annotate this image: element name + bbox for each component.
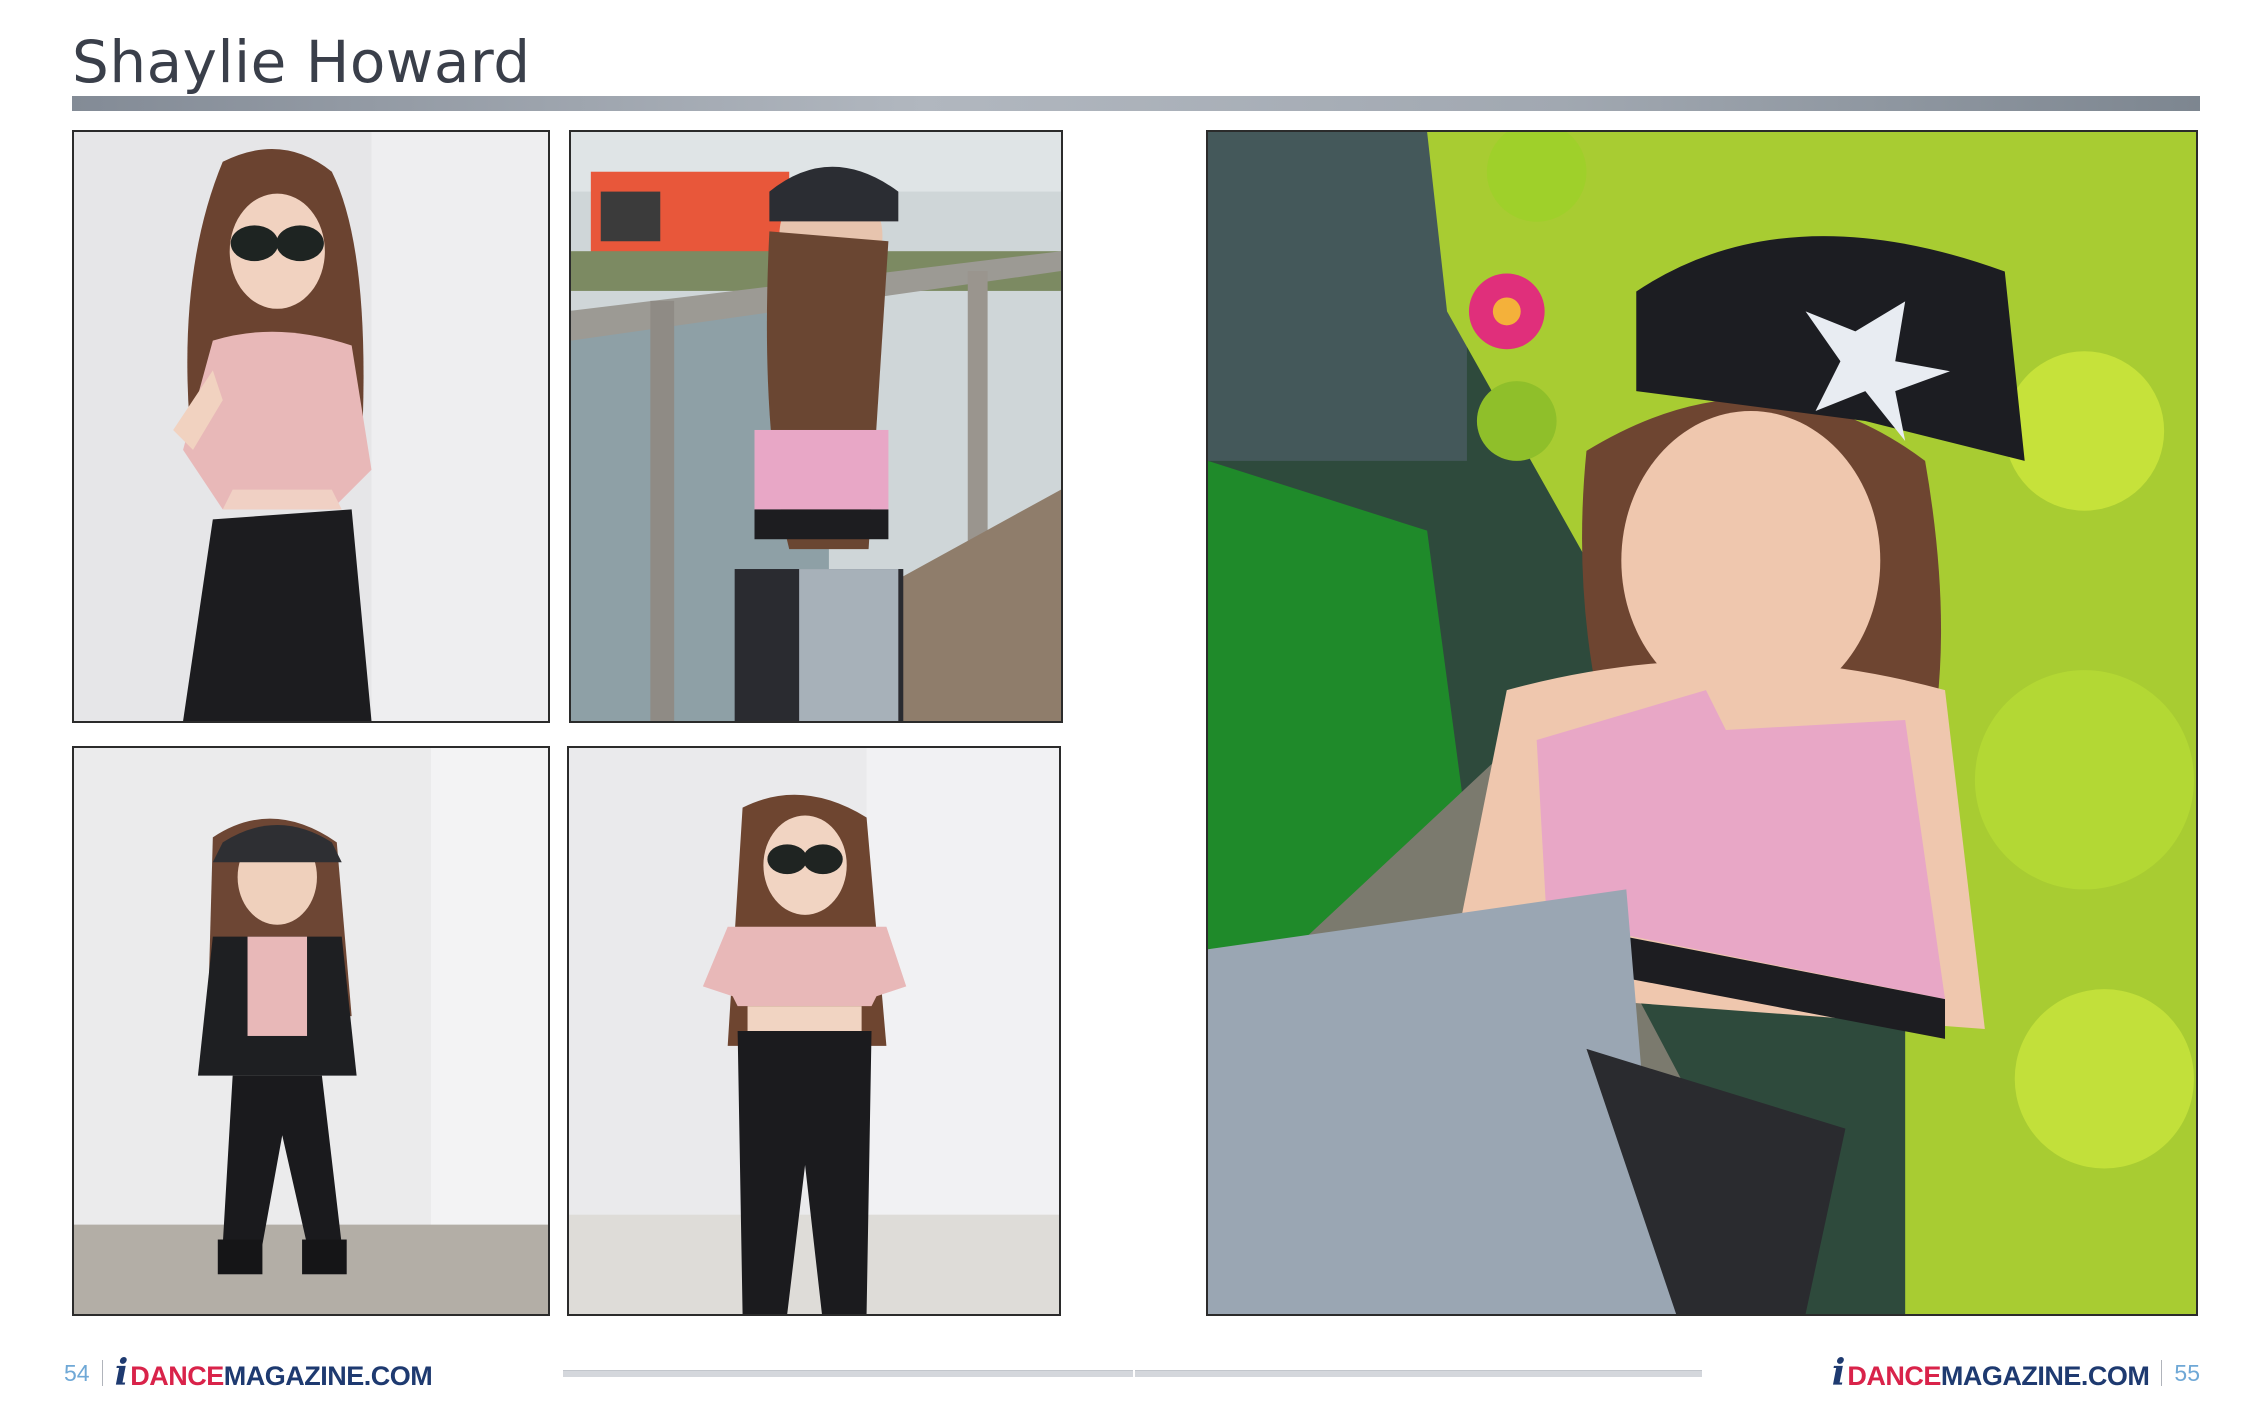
logo-magazine: MAGAZINE.COM (1940, 1361, 2150, 1391)
photo-flowers-rhinestone-outfit (1206, 130, 2198, 1316)
photo-5-image (1208, 132, 2196, 1314)
photo-2-image (571, 132, 1061, 721)
title-underline-bar (72, 96, 2200, 111)
footer-rule-right (1135, 1370, 1702, 1377)
idance-magazine-logo: i DANCE MAGAZINE.COM (1832, 1352, 2150, 1394)
photo-1-image (74, 132, 548, 721)
logo-dance: DANCE (1847, 1361, 1941, 1391)
footer-right: i DANCE MAGAZINE.COM 55 (1832, 1352, 2200, 1394)
logo-magazine: MAGAZINE.COM (223, 1361, 433, 1391)
page-title: Shaylie Howard (72, 28, 531, 96)
footer-rule-left (563, 1370, 1133, 1377)
footer-separator (101, 1360, 103, 1386)
logo-dance: DANCE (130, 1361, 224, 1391)
photo-boardwalk (569, 130, 1063, 723)
page-number-left: 54 (64, 1359, 90, 1386)
idance-magazine-logo: i DANCE MAGAZINE.COM (115, 1352, 433, 1394)
photo-studio-pink-top (72, 130, 550, 723)
footer-separator (2161, 1360, 2163, 1386)
photo-studio-pink-top-full (567, 746, 1061, 1316)
photo-4-image (569, 748, 1059, 1314)
photo-3-image (74, 748, 548, 1314)
logo-i: i (1831, 1352, 1846, 1394)
photo-studio-black-jacket (72, 746, 550, 1316)
logo-i: i (114, 1352, 129, 1394)
page-number-right: 55 (2174, 1359, 2200, 1386)
footer-left: 54 i DANCE MAGAZINE.COM (64, 1352, 433, 1394)
